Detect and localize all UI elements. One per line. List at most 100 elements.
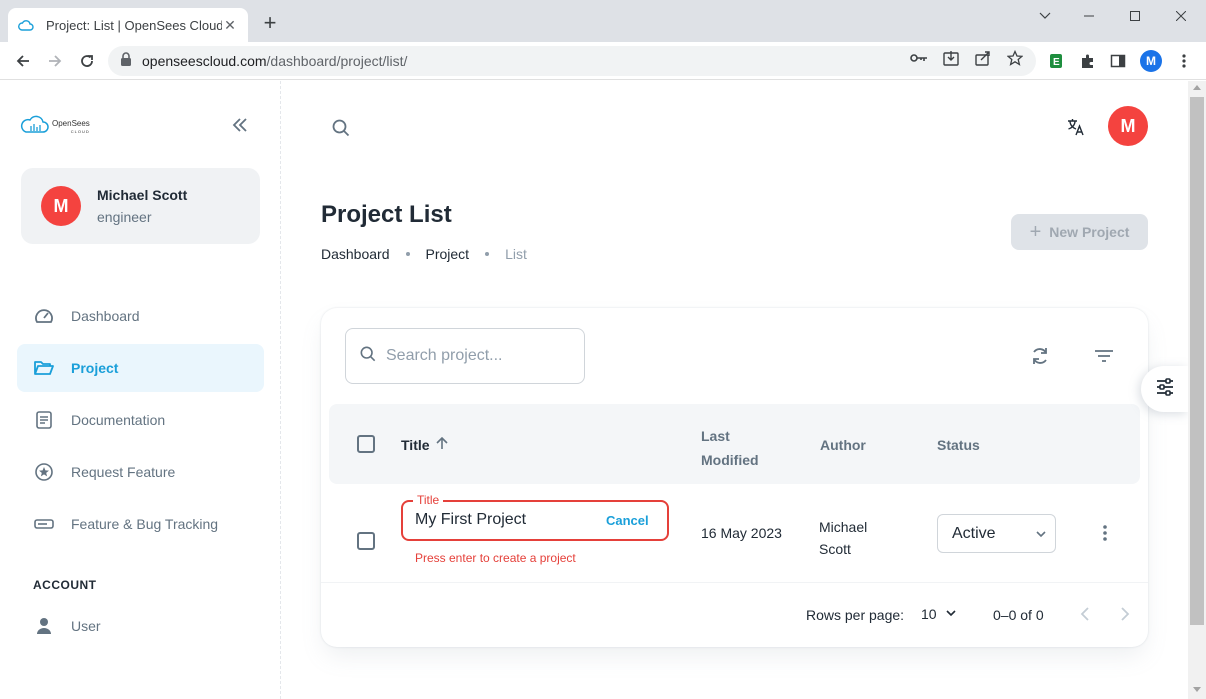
plus-icon: +: [1029, 221, 1042, 243]
maximize-button[interactable]: [1112, 0, 1158, 32]
table-row: Title Cancel Press enter to create a pro…: [321, 484, 1148, 583]
column-header-last-modified[interactable]: Last Modified: [701, 424, 759, 472]
title-field: Title Cancel: [401, 493, 669, 541]
account-role: engineer: [97, 209, 152, 225]
settings-drawer-button[interactable]: [1141, 366, 1188, 412]
next-page-icon[interactable]: [1115, 604, 1135, 624]
collapse-sidebar-icon[interactable]: [228, 113, 252, 137]
sidebar: OpenSees CLOUD M Michael Scott engineer D…: [0, 81, 281, 699]
header-avatar[interactable]: M: [1108, 106, 1148, 146]
new-project-label: New Project: [1049, 224, 1130, 240]
table-header: Title Last Modified Author Status: [329, 404, 1140, 484]
scroll-up-arrow-icon[interactable]: [1193, 85, 1201, 90]
url-text: openseescloud.com/dashboard/project/list…: [142, 53, 408, 69]
cloud-logo-icon: [20, 115, 50, 140]
extension-e-icon[interactable]: E: [1046, 51, 1066, 71]
last-modified-cell: 16 May 2023: [701, 525, 782, 541]
search-icon: [360, 346, 376, 367]
cancel-button[interactable]: Cancel: [606, 513, 649, 528]
rows-per-page-select[interactable]: 10: [921, 606, 957, 622]
browser-tab[interactable]: Project: List | OpenSees Cloud ✕: [8, 8, 248, 42]
back-arrow-icon[interactable]: [12, 50, 34, 72]
search-project-input[interactable]: [386, 347, 566, 365]
browser-profile-avatar[interactable]: M: [1140, 50, 1162, 72]
page-title: Project List: [321, 201, 452, 228]
select-all-checkbox[interactable]: [357, 435, 375, 453]
breadcrumb-separator: [405, 252, 410, 256]
nav-subheader-account: ACCOUNT: [33, 578, 97, 592]
sidebar-item-user[interactable]: User: [17, 602, 264, 650]
dashboard-gauge-icon: [34, 306, 54, 326]
scrollbar-thumb[interactable]: [1190, 97, 1204, 625]
sidebar-item-label: Request Feature: [71, 464, 176, 480]
app-root: OpenSees CLOUD M Michael Scott engineer D…: [0, 81, 1188, 699]
sidebar-nav: Dashboard Project Documentation Request …: [17, 292, 264, 552]
new-project-button[interactable]: + New Project: [1011, 214, 1148, 250]
filter-list-icon[interactable]: [1091, 343, 1117, 369]
arrow-up-icon: [435, 436, 448, 453]
breadcrumb-dashboard[interactable]: Dashboard: [321, 246, 390, 262]
sidebar-item-documentation[interactable]: Documentation: [17, 396, 264, 444]
sidebar-item-label: Project: [71, 360, 119, 376]
account-name: Michael Scott: [97, 187, 188, 203]
status-select[interactable]: Active: [937, 514, 1056, 553]
table-pagination: Rows per page: 10 0–0 of 0: [321, 584, 1148, 647]
lock-icon: [120, 51, 132, 71]
sidebar-item-label: Feature & Bug Tracking: [71, 516, 219, 532]
page-scrollbar[interactable]: [1188, 81, 1206, 699]
kebab-menu-icon[interactable]: [1174, 51, 1194, 71]
install-app-icon[interactable]: [942, 49, 960, 67]
breadcrumb-project[interactable]: Project: [426, 246, 470, 262]
translate-icon[interactable]: [1064, 115, 1088, 139]
key-icon[interactable]: [910, 49, 928, 67]
forward-arrow-icon[interactable]: [44, 50, 66, 72]
sidebar-item-label: User: [71, 618, 101, 634]
puzzle-extensions-icon[interactable]: [1078, 51, 1098, 71]
bookmark-star-icon[interactable]: [1006, 49, 1024, 67]
sidebar-item-project[interactable]: Project: [17, 344, 264, 392]
previous-page-icon[interactable]: [1075, 604, 1095, 624]
search-project-field[interactable]: [345, 328, 585, 384]
chevron-down-icon[interactable]: [1022, 0, 1068, 32]
title-field-label: Title: [413, 493, 444, 507]
sliders-icon: [1155, 377, 1175, 401]
tab-close-icon[interactable]: ✕: [222, 17, 238, 34]
search-icon[interactable]: [330, 117, 352, 139]
tab-title: Project: List | OpenSees Cloud: [46, 17, 222, 33]
new-tab-button[interactable]: +: [258, 12, 282, 36]
pagination-range: 0–0 of 0: [993, 607, 1044, 623]
user-icon: [34, 616, 54, 636]
row-checkbox[interactable]: [357, 532, 375, 550]
status-value: Active: [952, 524, 996, 542]
column-header-title[interactable]: Title: [401, 436, 448, 453]
account-card[interactable]: M Michael Scott engineer: [21, 168, 260, 244]
share-icon[interactable]: [974, 49, 992, 67]
sidebar-item-label: Documentation: [71, 412, 166, 428]
main-content: M Project List Dashboard Project List + …: [282, 81, 1188, 699]
cloud-favicon-icon: [18, 16, 36, 34]
project-table-card: Title Last Modified Author Status Title: [321, 308, 1148, 647]
sidebar-item-dashboard[interactable]: Dashboard: [17, 292, 264, 340]
sidebar-item-request-feature[interactable]: Request Feature: [17, 448, 264, 496]
logo[interactable]: OpenSees CLOUD: [20, 115, 90, 140]
breadcrumb-separator: [485, 252, 490, 256]
browser-toolbar: openseescloud.com/dashboard/project/list…: [0, 42, 1206, 80]
sidebar-nav-account: User: [17, 602, 264, 654]
sidebar-item-feature-bug-tracking[interactable]: Feature & Bug Tracking: [17, 500, 264, 548]
title-helper-text: Press enter to create a project: [415, 551, 576, 565]
more-vertical-icon[interactable]: [1097, 522, 1113, 544]
breadcrumb: Dashboard Project List: [321, 246, 527, 262]
minimize-button[interactable]: [1066, 0, 1112, 32]
scroll-down-arrow-icon[interactable]: [1193, 687, 1201, 692]
side-panel-icon[interactable]: [1108, 51, 1128, 71]
ticket-icon: [34, 514, 54, 534]
title-input[interactable]: [415, 511, 595, 529]
reload-icon[interactable]: [76, 50, 98, 72]
window-close-button[interactable]: [1158, 0, 1204, 32]
column-header-author[interactable]: Author: [820, 437, 866, 453]
refresh-icon[interactable]: [1027, 343, 1053, 369]
rows-per-page-label: Rows per page:: [806, 607, 905, 623]
chevron-down-icon: [945, 606, 957, 622]
address-bar[interactable]: openseescloud.com/dashboard/project/list…: [108, 46, 1036, 76]
column-header-status[interactable]: Status: [937, 437, 980, 453]
